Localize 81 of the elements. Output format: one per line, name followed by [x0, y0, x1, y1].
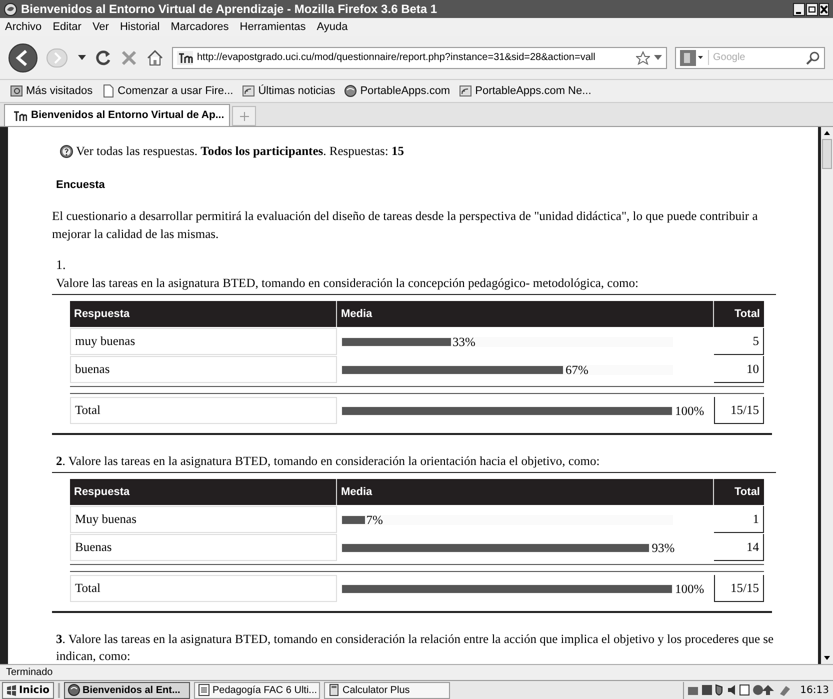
column-header: Respuesta	[70, 479, 337, 506]
help-icon	[60, 144, 73, 158]
percent-text: 93%	[652, 540, 675, 557]
windows-flag-icon	[6, 684, 17, 696]
menu-item[interactable]: Editar	[52, 18, 82, 36]
menu-item[interactable]: Ayuda	[316, 18, 348, 36]
answer-cell: muy buenas	[70, 328, 337, 356]
column-header: Media	[337, 301, 714, 328]
total-label: Total	[70, 575, 337, 602]
calculator-icon	[328, 684, 340, 696]
total-label: Total	[70, 397, 337, 424]
search-icon[interactable]	[806, 50, 820, 64]
count-cell: 1	[714, 506, 764, 534]
menu-item[interactable]: Marcadores	[170, 18, 229, 36]
bookmark-item[interactable]: Más visitados	[10, 82, 93, 100]
summary-text: Ver todas las respuestas. Todos los participantes. Respuestas: 15	[76, 143, 404, 160]
intro-text: El cuestionario a desarrollar permitirá la evaluación del diseño de tareas desde la perspectiva de "unidad didáctica", lo que puede contribuir a mejorar la calidad de las mismas.	[52, 208, 759, 244]
dropdown-icon[interactable]	[78, 54, 86, 60]
window-title: Bienvenidos al Entorno Virtual de Aprendizaje - Mozilla Firefox 3.6 Beta 1	[21, 1, 438, 18]
column-header: Media	[337, 479, 714, 506]
bookmark-item[interactable]: PortableApps.com Ne...	[459, 82, 592, 100]
answer-cell: Buenas	[70, 534, 337, 562]
column-header: Total	[734, 485, 761, 500]
bookmark-star-icon[interactable]	[636, 50, 650, 64]
document-icon	[198, 684, 210, 696]
search-placeholder: Google	[708, 50, 802, 65]
scrollbar[interactable]	[818, 127, 833, 664]
count-cell: 14	[714, 534, 764, 562]
column-header: Total	[734, 307, 761, 322]
folder-icon	[10, 84, 23, 98]
menu-item[interactable]: Archivo	[5, 18, 42, 36]
feed-icon	[459, 84, 472, 98]
globe-icon	[68, 684, 80, 696]
total-count: 15/15	[714, 397, 764, 424]
start-button[interactable]: Inicio	[2, 682, 54, 698]
column-header: Respuesta	[70, 301, 337, 328]
count-cell: 10	[714, 356, 764, 384]
taskbar-button[interactable]: Calculator Plus	[324, 682, 450, 698]
question-text: Valore las tareas en la asignatura BTED, tomando en consideración la concepción pedagógico- metodológica, como:	[56, 274, 640, 292]
percent-text: 100%	[675, 402, 704, 420]
plus-icon	[240, 112, 248, 120]
home-icon[interactable]	[146, 48, 164, 66]
page-icon	[102, 84, 115, 98]
browser-tab[interactable]: Bienvenidos al Entorno Virtual de Ap...	[4, 104, 230, 126]
taskbar-button[interactable]: Pedagogía FAC 6 Ulti...	[194, 682, 320, 698]
globe-icon	[344, 84, 358, 98]
percent-text: 67%	[565, 362, 588, 379]
menu-item[interactable]: Ver	[92, 18, 109, 36]
close-icon[interactable]	[819, 2, 829, 16]
url-text: http://evapostgrado.uci.cu/mod/questionnaire/report.php?instance=31&sid=28&action=vall	[197, 51, 596, 65]
dropdown-icon[interactable]	[654, 54, 662, 60]
count-cell: 5	[714, 328, 764, 356]
menu-item[interactable]: Historial	[120, 18, 160, 36]
clock: 16:13	[800, 684, 829, 698]
search-engine-icon[interactable]	[680, 50, 704, 66]
scroll-thumb[interactable]	[822, 139, 832, 169]
maximize-icon[interactable]	[806, 2, 818, 16]
question-text: 3. Valore las tareas en la asignatura BTED, tomando en consideración la relación entre la acción que implica el objetivo y los procederes que se indican, como:	[56, 630, 775, 664]
answer-cell: Muy buenas	[70, 506, 337, 534]
bookmark-item[interactable]: PortableApps.com	[344, 82, 450, 100]
total-count: 15/15	[714, 575, 764, 602]
percent-text: 33%	[452, 334, 476, 351]
percent-text: 7%	[366, 512, 383, 529]
site-icon	[13, 110, 27, 122]
question-number: 1.	[56, 256, 67, 274]
feed-icon	[242, 84, 256, 98]
answer-cell: buenas	[70, 356, 337, 384]
bookmark-item[interactable]: Comenzar a usar Fire...	[102, 82, 234, 100]
back-icon[interactable]	[8, 42, 38, 72]
percent-text: 100%	[675, 580, 704, 598]
section-heading: Encuesta	[56, 178, 106, 193]
app-icon	[4, 2, 17, 16]
status-text: Terminado	[6, 666, 53, 680]
site-icon	[177, 50, 193, 64]
bookmark-item[interactable]: Últimas noticias	[242, 82, 336, 100]
minimize-icon[interactable]	[793, 2, 805, 16]
reload-icon[interactable]	[94, 48, 112, 66]
question-text: 2. Valore las tareas en la asignatura BTED, tomando en consideración la orientación hacia el objetivo, como:	[56, 452, 601, 470]
address-field[interactable]: http://evapostgrado.uci.cu/mod/questionnaire/report.php?instance=31&sid=28&action=vall	[172, 46, 667, 68]
taskbar-button[interactable]: Bienvenidos al Ent...	[64, 682, 190, 698]
menu-item[interactable]: Herramientas	[240, 18, 306, 36]
